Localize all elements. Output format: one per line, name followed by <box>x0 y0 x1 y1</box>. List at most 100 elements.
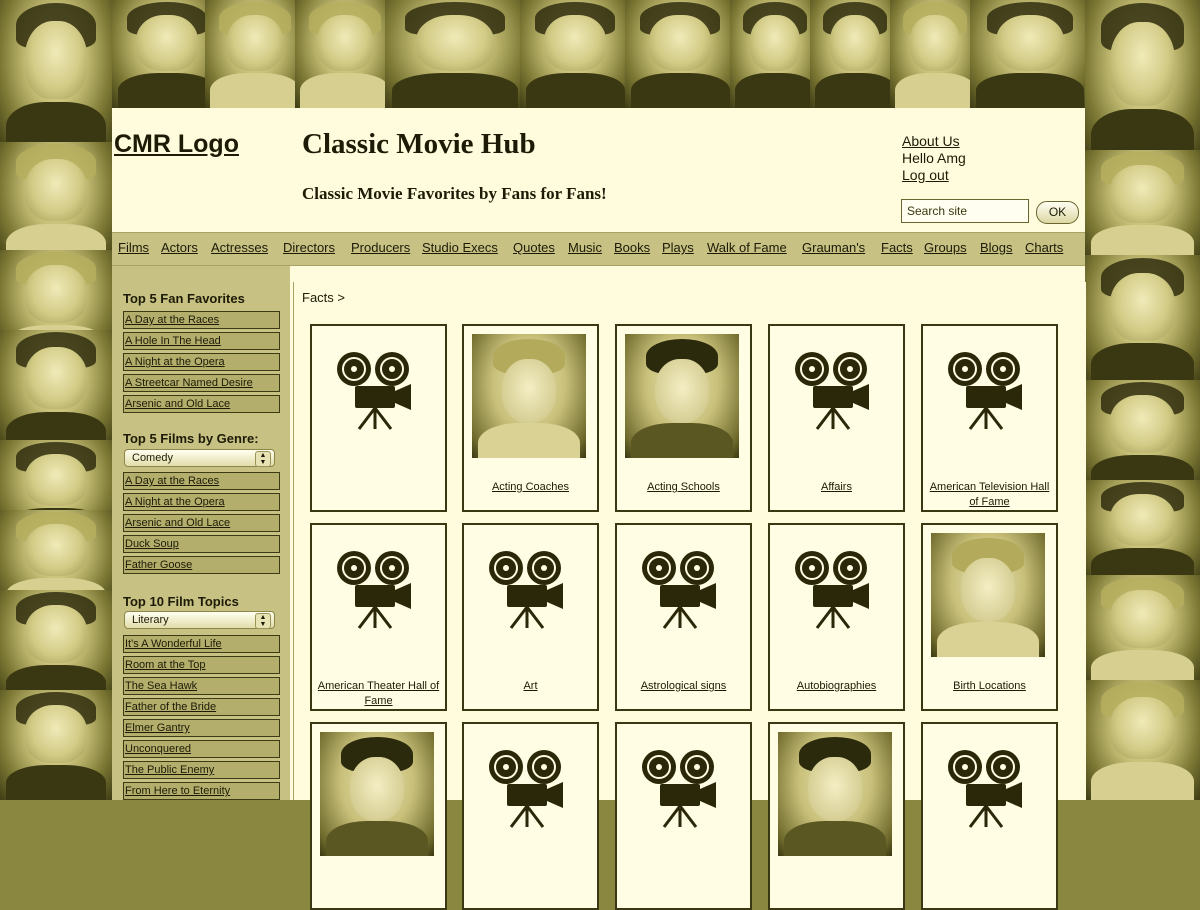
topic-film-item[interactable]: Elmer Gantry <box>123 719 280 737</box>
bg-photo <box>1085 150 1200 260</box>
fact-photo[interactable] <box>625 334 739 458</box>
fact-card-caption[interactable]: Astrological signs <box>621 679 746 694</box>
fact-card[interactable] <box>310 324 447 512</box>
topic-film-item[interactable]: Father of the Bride <box>123 698 280 716</box>
genre-film-item[interactable]: A Day at the Races <box>123 472 280 490</box>
nav-graumans[interactable]: Grauman's <box>802 240 865 255</box>
fact-card[interactable]: American Television Hall of Fame <box>921 324 1058 512</box>
topic-select[interactable]: Literary ▲ ▼ <box>124 611 275 629</box>
fact-card-caption[interactable]: Acting Schools <box>621 480 746 495</box>
genre-film-item[interactable]: A Night at the Opera <box>123 493 280 511</box>
bg-photo <box>0 142 112 262</box>
nav-actresses[interactable]: Actresses <box>211 240 268 255</box>
sidebar: Top 5 Fan Favorites A Day at the Races A… <box>112 266 290 800</box>
site-title: Classic Movie Hub <box>302 128 536 160</box>
topics-title: Top 10 Film Topics <box>123 594 239 609</box>
fact-card[interactable] <box>768 722 905 910</box>
topic-film-item[interactable]: It's A Wonderful Life <box>123 635 280 653</box>
fact-photo[interactable] <box>931 533 1045 657</box>
fan-favorite-item[interactable]: A Night at the Opera <box>123 353 280 371</box>
topic-film-item[interactable]: Room at the Top <box>123 656 280 674</box>
fan-favorite-item[interactable]: A Day at the Races <box>123 311 280 329</box>
nav-charts[interactable]: Charts <box>1025 240 1063 255</box>
fact-card[interactable]: Astrological signs <box>615 523 752 711</box>
search-ok-button[interactable]: OK <box>1036 201 1079 224</box>
topic-film-item[interactable]: From Here to Eternity <box>123 782 280 800</box>
nav-groups[interactable]: Groups <box>924 240 967 255</box>
nav-facts[interactable]: Facts <box>881 240 913 255</box>
fact-card[interactable] <box>921 722 1058 910</box>
fact-card[interactable]: Art <box>462 523 599 711</box>
fact-card-caption[interactable]: Birth Locations <box>927 679 1052 694</box>
fact-card-caption[interactable]: Affairs <box>774 480 899 495</box>
nav-directors[interactable]: Directors <box>283 240 335 255</box>
fact-card[interactable] <box>310 722 447 910</box>
fact-card-caption[interactable]: Art <box>468 679 593 694</box>
fact-card[interactable]: Acting Coaches <box>462 324 599 512</box>
fact-card[interactable] <box>615 722 752 910</box>
nav-music[interactable]: Music <box>568 240 602 255</box>
movie-camera-icon[interactable] <box>634 748 730 833</box>
search-input[interactable] <box>901 199 1029 223</box>
topic-select-value: Literary <box>132 614 169 626</box>
fan-favorite-item[interactable]: Arsenic and Old Lace <box>123 395 280 413</box>
genre-select[interactable]: Comedy ▲ ▼ <box>124 449 275 467</box>
bg-photo <box>1085 0 1200 160</box>
fan-favorite-item[interactable]: A Hole In The Head <box>123 332 280 350</box>
movie-camera-icon[interactable] <box>634 549 730 634</box>
site-tagline: Classic Movie Favorites by Fans for Fans… <box>302 184 607 203</box>
bg-photo <box>0 0 112 150</box>
nav-plays[interactable]: Plays <box>662 240 694 255</box>
genre-title: Top 5 Films by Genre: <box>123 431 259 446</box>
bg-photo <box>890 0 980 108</box>
fact-card[interactable] <box>462 722 599 910</box>
topic-film-item[interactable]: The Sea Hawk <box>123 677 280 695</box>
bg-photo <box>1085 255 1200 385</box>
fact-photo[interactable] <box>472 334 586 458</box>
fact-card[interactable]: Birth Locations <box>921 523 1058 711</box>
bg-photo <box>0 330 112 450</box>
fact-card[interactable]: Autobiographies <box>768 523 905 711</box>
fact-card-caption[interactable]: Acting Coaches <box>468 480 593 495</box>
nav-books[interactable]: Books <box>614 240 650 255</box>
nav-actors[interactable]: Actors <box>161 240 198 255</box>
fact-photo[interactable] <box>320 732 434 856</box>
page-panel: CMR Logo Classic Movie Hub Classic Movie… <box>112 108 1086 910</box>
bg-photo <box>205 0 305 108</box>
fact-card-caption[interactable]: American Theater Hall of Fame <box>316 679 441 709</box>
topic-film-item[interactable]: The Public Enemy <box>123 761 280 779</box>
about-us-link[interactable]: About Us <box>902 133 966 150</box>
site-logo[interactable]: CMR Logo <box>114 130 239 159</box>
logout-link[interactable]: Log out <box>902 167 966 184</box>
fact-card[interactable]: American Theater Hall of Fame <box>310 523 447 711</box>
movie-camera-icon[interactable] <box>940 350 1036 435</box>
movie-camera-icon[interactable] <box>329 350 425 435</box>
nav-walk-of-fame[interactable]: Walk of Fame <box>707 240 787 255</box>
nav-quotes[interactable]: Quotes <box>513 240 555 255</box>
movie-camera-icon[interactable] <box>787 549 883 634</box>
fan-favorite-item[interactable]: A Streetcar Named Desire <box>123 374 280 392</box>
fact-card[interactable]: Affairs <box>768 324 905 512</box>
genre-film-item[interactable]: Arsenic and Old Lace <box>123 514 280 532</box>
nav-producers[interactable]: Producers <box>351 240 410 255</box>
genre-film-item[interactable]: Father Goose <box>123 556 280 574</box>
nav-studio-execs[interactable]: Studio Execs <box>422 240 498 255</box>
fact-card-caption[interactable]: Autobiographies <box>774 679 899 694</box>
topic-film-item[interactable]: Unconquered <box>123 740 280 758</box>
facts-content: Facts > Acting Coaches Acting Schools Affa… <box>293 282 1086 910</box>
fact-card[interactable]: Acting Schools <box>615 324 752 512</box>
bg-photo <box>0 590 112 700</box>
main-nav: Films Actors Actresses Directors Produce… <box>112 232 1085 266</box>
movie-camera-icon[interactable] <box>787 350 883 435</box>
bg-photo <box>1085 480 1200 580</box>
fact-photo[interactable] <box>778 732 892 856</box>
fact-card-caption[interactable]: American Television Hall of Fame <box>927 480 1052 510</box>
movie-camera-icon[interactable] <box>481 549 577 634</box>
movie-camera-icon[interactable] <box>940 748 1036 833</box>
nav-films[interactable]: Films <box>118 240 149 255</box>
bg-photo <box>1085 380 1200 490</box>
movie-camera-icon[interactable] <box>481 748 577 833</box>
genre-film-item[interactable]: Duck Soup <box>123 535 280 553</box>
movie-camera-icon[interactable] <box>329 549 425 634</box>
nav-blogs[interactable]: Blogs <box>980 240 1013 255</box>
